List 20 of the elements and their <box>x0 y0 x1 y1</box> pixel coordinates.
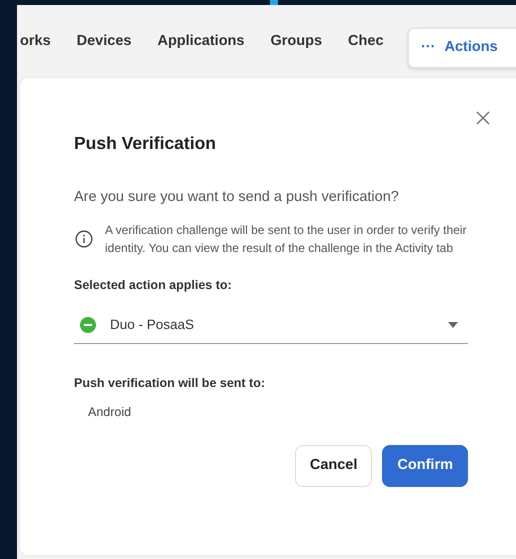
nav-tab[interactable]: Devices <box>76 30 132 52</box>
nav-tab[interactable]: Applications <box>157 30 244 52</box>
sent-to-value: Android <box>88 404 132 420</box>
nav-tab[interactable]: Chec <box>348 30 384 52</box>
more-icon: ··· <box>421 37 436 59</box>
app-select[interactable]: Duo - PosaaS <box>74 308 468 344</box>
dialog-title: Push Verification <box>74 132 217 154</box>
info-note: A verification challenge will be sent to the user in order to verify their identity. You can view the result of the challenge in the Activity tab <box>105 222 468 257</box>
dialog-button[interactable]: Confirm <box>382 445 468 488</box>
nav-tab[interactable]: orks <box>20 30 51 52</box>
actions-button[interactable]: ··· Actions <box>408 28 516 68</box>
caret-icon <box>448 322 458 328</box>
confirm-question: Are you sure you want to send a push verification? <box>74 188 400 207</box>
dialog-button[interactable]: Cancel <box>294 445 372 488</box>
nav-tab[interactable]: Groups <box>270 30 322 52</box>
applies-label: Selected action applies to: <box>74 277 233 294</box>
info-icon <box>75 230 93 248</box>
sent-to-label: Push verification will be sent to: <box>74 374 266 392</box>
tab-indicator <box>270 0 278 5</box>
close-icon[interactable] <box>474 109 492 127</box>
